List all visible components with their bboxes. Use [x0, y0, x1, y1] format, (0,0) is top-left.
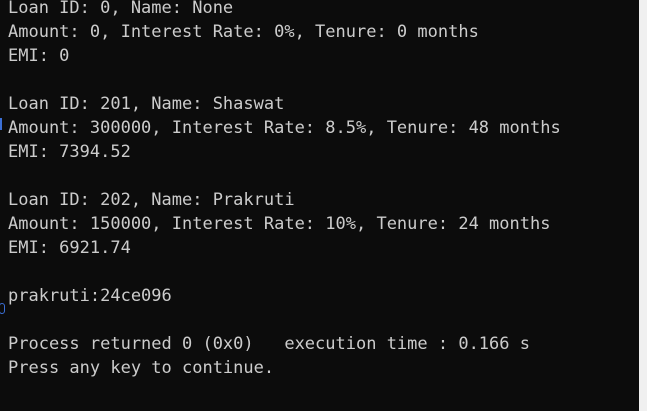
- console-line: EMI: 6921.74: [8, 238, 131, 258]
- window-edge-mark: [0, 118, 2, 130]
- console-line: EMI: 0: [8, 46, 70, 66]
- console-line: Loan ID: 201, Name: Shaswat: [8, 94, 285, 114]
- vertical-scrollbar[interactable]: [639, 0, 647, 411]
- console-line: Amount: 0, Interest Rate: 0%, Tenure: 0 …: [8, 22, 479, 42]
- console-line: Loan ID: 202, Name: Prakruti: [8, 190, 295, 210]
- console-line: Amount: 300000, Interest Rate: 8.5%, Ten…: [8, 118, 561, 138]
- console-line: prakruti:24ce096: [8, 286, 172, 306]
- console-window[interactable]: Loan ID: 0, Name: None Amount: 0, Intere…: [0, 0, 639, 411]
- console-line: EMI: 7394.52: [8, 142, 131, 162]
- console-line: Press any key to continue.: [8, 358, 275, 378]
- window-edge-mark: [0, 303, 5, 314]
- console-line: Process returned 0 (0x0) execution time …: [8, 334, 530, 354]
- console-line: Loan ID: 0, Name: None: [8, 0, 234, 18]
- console-line: Amount: 150000, Interest Rate: 10%, Tenu…: [8, 214, 551, 234]
